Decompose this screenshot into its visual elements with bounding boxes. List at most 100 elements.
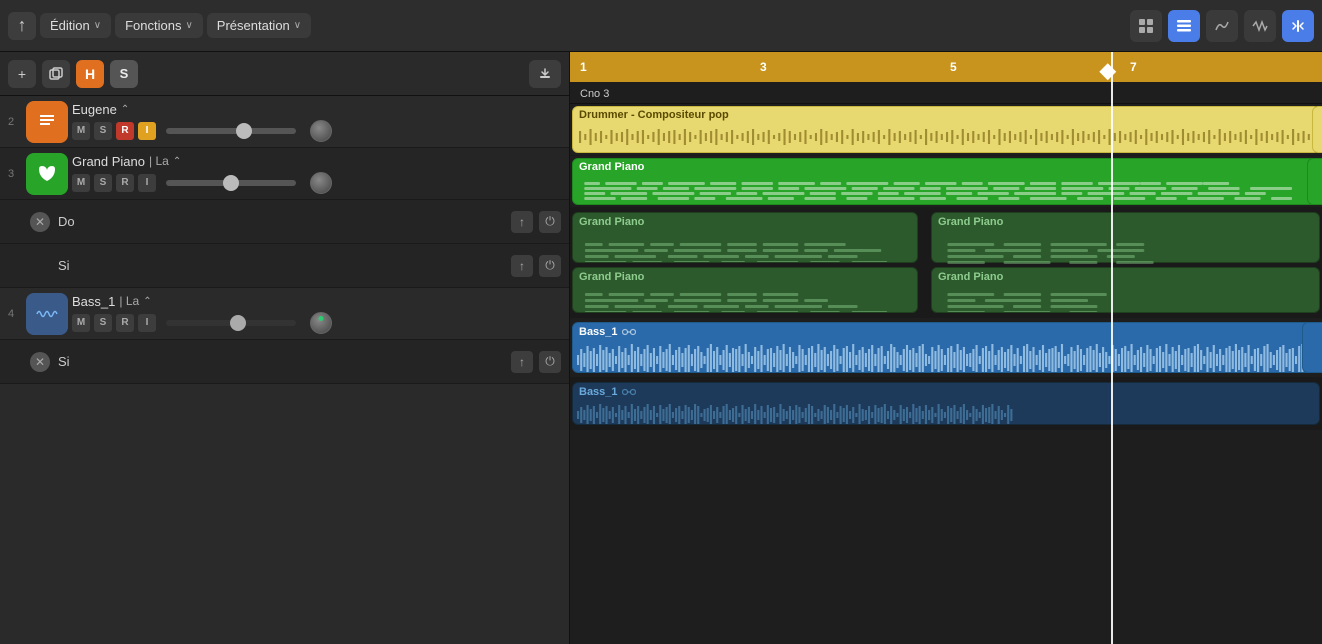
- main-toolbar: ↑ Édition ∨ Fonctions ∨ Présentation ∨: [0, 0, 1322, 52]
- track-chevron-bass-icon: ⌃: [143, 296, 151, 307]
- fonctions-menu[interactable]: Fonctions ∨: [115, 13, 203, 38]
- pan-knob-gp[interactable]: [310, 172, 332, 194]
- grand-piano-sub-tr[interactable]: Grand Piano: [931, 212, 1320, 263]
- view-controls: [1130, 10, 1314, 42]
- lane-grand-piano-sub: Grand Piano: [570, 208, 1322, 318]
- drummer-region-title: Drummer - Compositeur pop: [573, 107, 1319, 123]
- beat-1: 1: [580, 60, 587, 74]
- drummer-region-overflow[interactable]: [1312, 106, 1322, 153]
- record-button-bass[interactable]: R: [116, 314, 134, 332]
- solo-button-gp[interactable]: S: [94, 174, 112, 192]
- grid-view-button[interactable]: [1130, 10, 1162, 42]
- playhead[interactable]: [1111, 52, 1113, 644]
- record-button-gp[interactable]: R: [116, 174, 134, 192]
- gp-sub-br-title: Grand Piano: [932, 268, 1319, 286]
- volume-slider-eugene[interactable]: [166, 128, 296, 134]
- back-button[interactable]: ↑: [8, 12, 36, 40]
- add-track-button[interactable]: +: [8, 60, 36, 88]
- curve-button[interactable]: [1206, 10, 1238, 42]
- wave-button[interactable]: [1244, 10, 1276, 42]
- h-button[interactable]: H: [76, 60, 104, 88]
- track-controls-bar: + H S: [0, 52, 569, 96]
- si4-power-button[interactable]: ⏻: [539, 351, 561, 373]
- track-name-bass: Bass_1: [72, 294, 115, 309]
- do-up-button[interactable]: ↑: [511, 211, 533, 233]
- pan-knob-bass[interactable]: [310, 312, 332, 334]
- track-buttons-bass: M S R I: [72, 312, 569, 334]
- volume-slider-bass[interactable]: [166, 320, 296, 326]
- track-number-4: 4: [0, 308, 22, 320]
- playhead-diamond-icon: [1100, 63, 1117, 80]
- volume-slider-gp[interactable]: [166, 180, 296, 186]
- main-area: + H S 2: [0, 52, 1322, 644]
- input-button-bass[interactable]: I: [138, 314, 156, 332]
- cno-row: Cno 3: [570, 82, 1322, 104]
- bass-sub-region[interactable]: Bass_1: [572, 382, 1320, 425]
- track-info-grand-piano: Grand Piano | La ⌃ M S R I: [72, 150, 569, 198]
- track-row-bass: 4 Bass_1 | La ⌃ M S R I: [0, 288, 569, 340]
- si3-up-button[interactable]: ↑: [511, 255, 533, 277]
- bass-main-region[interactable]: Bass_1: [572, 322, 1320, 373]
- bass-main-overflow[interactable]: [1302, 322, 1322, 373]
- sub-name-do: Do: [58, 214, 511, 229]
- gp-sub-tr-title: Grand Piano: [932, 213, 1319, 231]
- split-button[interactable]: [1282, 10, 1314, 42]
- track-chevron-icon: ⌃: [121, 104, 129, 115]
- mute-button-gp[interactable]: M: [72, 174, 90, 192]
- grand-piano-sub-br[interactable]: Grand Piano: [931, 267, 1320, 313]
- close-do-button[interactable]: ✕: [30, 212, 50, 232]
- presentation-menu[interactable]: Présentation ∨: [207, 13, 311, 38]
- drummer-region-main[interactable]: Drummer - Compositeur pop: [572, 106, 1320, 153]
- track-chevron-gp-icon: ⌃: [173, 156, 181, 167]
- lane-bass-sub: Bass_1: [570, 378, 1322, 430]
- solo-button-eugene[interactable]: S: [94, 122, 112, 140]
- track-icon-grand-piano: [26, 153, 68, 195]
- track-buttons-grand-piano: M S R I: [72, 172, 569, 194]
- list-view-button[interactable]: [1168, 10, 1200, 42]
- solo-button-bass[interactable]: S: [94, 314, 112, 332]
- grand-piano-main-region[interactable]: Grand Piano: [572, 158, 1320, 205]
- grand-piano-sub-bl[interactable]: Grand Piano: [572, 267, 918, 313]
- sub-name-si-4: Si: [58, 354, 511, 369]
- presentation-chevron-icon: ∨: [294, 20, 301, 31]
- track-name-grand-piano: Grand Piano: [72, 154, 145, 169]
- do-power-button[interactable]: ⏻: [539, 211, 561, 233]
- lane-grand-piano-main: Grand Piano: [570, 156, 1322, 208]
- import-button[interactable]: [529, 60, 561, 88]
- edition-menu[interactable]: Édition ∨: [40, 13, 111, 38]
- sub-actions-do: ↑ ⏻: [511, 211, 561, 233]
- input-button-gp[interactable]: I: [138, 174, 156, 192]
- sub-name-si-3: Si: [58, 258, 511, 273]
- lane-drummer: Drummer - Compositeur pop: [570, 104, 1322, 156]
- track-number-2: 2: [0, 116, 22, 128]
- record-button-eugene[interactable]: R: [116, 122, 134, 140]
- timeline-ruler[interactable]: 1 3 5 7: [570, 52, 1322, 82]
- mute-button-eugene[interactable]: M: [72, 122, 90, 140]
- si4-up-button[interactable]: ↑: [511, 351, 533, 373]
- mute-button-bass[interactable]: M: [72, 314, 90, 332]
- grand-piano-sub-tl[interactable]: Grand Piano: [572, 212, 918, 263]
- close-si4-button[interactable]: ✕: [30, 352, 50, 372]
- bass-sub-title: Bass_1: [573, 383, 1319, 401]
- sub-actions-si-3: ↑ ⏻: [511, 255, 561, 277]
- s-button[interactable]: S: [110, 60, 138, 88]
- input-button-eugene[interactable]: I: [138, 122, 156, 140]
- track-info-eugene: Eugene ⌃ M S R I: [72, 98, 569, 146]
- left-panel: + H S 2: [0, 52, 570, 644]
- si3-power-button[interactable]: ⏻: [539, 255, 561, 277]
- beat-3: 3: [760, 60, 767, 74]
- track-name-eugene: Eugene: [72, 102, 117, 117]
- track-buttons-eugene: M S R I: [72, 120, 569, 142]
- grand-piano-main-title: Grand Piano: [573, 159, 1319, 175]
- grand-piano-overflow[interactable]: [1307, 158, 1322, 205]
- edition-chevron-icon: ∨: [94, 20, 101, 31]
- cno-label: Cno 3: [570, 84, 619, 104]
- pan-knob-eugene[interactable]: [310, 120, 332, 142]
- duplicate-track-button[interactable]: [42, 60, 70, 88]
- track-info-bass: Bass_1 | La ⌃ M S R I: [72, 290, 569, 338]
- gp-sub-bl-title: Grand Piano: [573, 268, 917, 286]
- bass-main-title: Bass_1: [573, 323, 1319, 341]
- track-number-3: 3: [0, 168, 22, 180]
- lane-bass-main: Bass_1: [570, 318, 1322, 378]
- track-icon-bass: [26, 293, 68, 335]
